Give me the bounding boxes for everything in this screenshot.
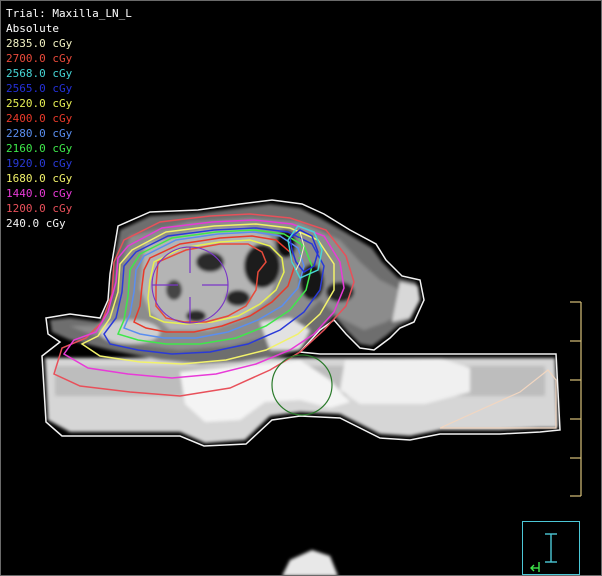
isodose-legend-item: 2565.0 cGy bbox=[6, 82, 73, 95]
isodose-legend-item: 2700.0 cGy bbox=[6, 52, 73, 65]
scale-bar bbox=[570, 301, 582, 497]
ct-viewport[interactable]: Trial: Maxilla_LN_L Absolute 2835.0 cGy 2… bbox=[0, 0, 602, 576]
isodose-legend-item: 2520.0 cGy bbox=[6, 97, 73, 110]
mode-label: Absolute bbox=[6, 22, 59, 35]
isodose-legend-item: 2160.0 cGy bbox=[6, 142, 73, 155]
orientation-glyph-icon bbox=[530, 533, 557, 572]
isodose-legend-item: 1680.0 cGy bbox=[6, 172, 73, 185]
trial-label: Trial: Maxilla_LN_L bbox=[6, 7, 132, 20]
isodose-legend-item: 1200.0 cGy bbox=[6, 202, 73, 215]
isodose-legend: 2835.0 cGy 2700.0 cGy 2568.0 cGy 2565.0 cGy… bbox=[6, 36, 132, 231]
orientation-indicator[interactable] bbox=[522, 521, 580, 575]
isodose-legend-item: 2280.0 cGy bbox=[6, 127, 73, 140]
overlay-text: Trial: Maxilla_LN_L Absolute 2835.0 cGy 2… bbox=[6, 6, 132, 231]
isodose-legend-item: 2835.0 cGy bbox=[6, 37, 73, 50]
isodose-legend-item: 240.0 cGy bbox=[6, 217, 66, 230]
isodose-legend-item: 1920.0 cGy bbox=[6, 157, 73, 170]
isodose-legend-item: 1440.0 cGy bbox=[6, 187, 73, 200]
isodose-legend-item: 2568.0 cGy bbox=[6, 67, 73, 80]
isodose-legend-item: 2400.0 cGy bbox=[6, 112, 73, 125]
lower-slice-fragment bbox=[282, 550, 338, 576]
